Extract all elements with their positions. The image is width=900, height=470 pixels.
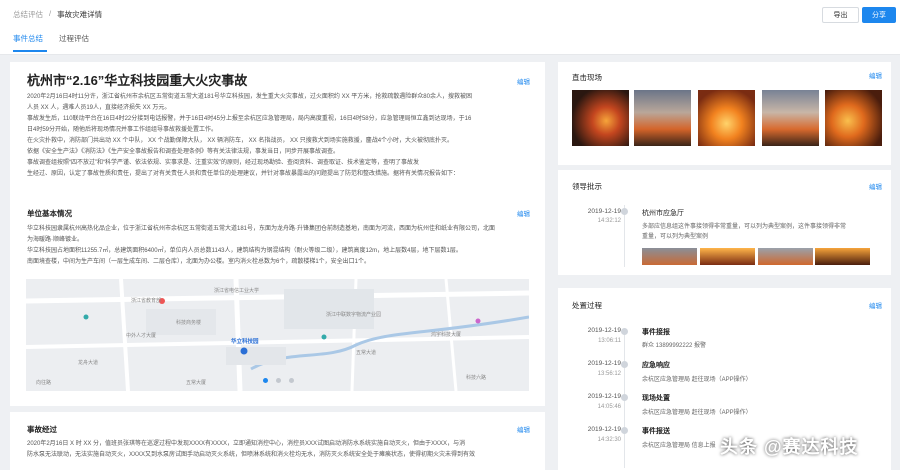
handling-step-detail: 余杭区应急管理局 赶往现场（APP操作） [642,377,752,383]
map-label: 科技六路 [466,375,487,381]
tab-event-summary[interactable]: 事件总结 [13,33,43,44]
unit-line-1: 华立科技园隶属杭州高热化品企业，位于浙江省杭州市余杭区五常街道五常大道181号，… [27,226,496,232]
handling-time: 13:06:11 [598,338,621,344]
scene-photo[interactable] [762,90,819,146]
scene-edit-link[interactable]: 编辑 [869,70,882,80]
handling-time: 14:32:30 [597,437,621,443]
unit-edit-link[interactable]: 编辑 [517,208,530,218]
leader-timeline-dot [621,208,628,215]
watermark: 头条 @赛达科技 [720,437,859,457]
breadcrumb-current: 事故灾难详情 [57,10,103,19]
map-label: 浙江中联数字物流产业园 [326,312,382,318]
leader-photo[interactable] [815,248,870,265]
handling-timeline-dot [621,427,628,434]
map-label: 龙舟大道 [78,360,99,366]
handling-date: 2019-12-19 [587,360,621,367]
map-label: 浙江省教育部 [131,298,162,304]
handling-edit-link[interactable]: 编辑 [869,300,882,310]
leader-section-title: 领导批示 [572,182,602,191]
summary-line-3: 事故发生后，110联动平台在16日4时22分接到电话报警，并于16日4时45分上… [27,116,472,122]
handling-step-detail: 余杭区应急管理局 信息上报 [642,443,716,449]
scene-photo[interactable] [634,90,691,146]
handling-time: 13:56:12 [597,371,621,377]
summary-line-8: 生经过、原因，认定了事故性质和责任，提出了对有关责任人员和责任单位的处理建议，并… [27,171,460,177]
process-line-2: 防水泵无法联动，无法实施自动灭火，XXXX又到水泵房试图手动启动灭火系统，但喷淋… [27,452,476,458]
summary-paragraph-1: 2020年2月16日4时11分许，浙江省杭州市余杭区五常街道五常大道181号华立… [27,92,472,180]
handling-date: 2019-12-19 [587,393,621,400]
summary-line-5: 在火灾扑救中，消防部门共出动 XX 个中队， XX 个战勤保障大队， XX 辆消… [27,138,454,144]
leader-date: 2019-12-19 [587,208,621,215]
unit-line-2: 为海暖路·顺峰镀业。 [27,237,83,243]
process-line-1: 2020年2月16日 X 时 XX 分，值班员张琪等在巡逻过程中发现XXXX有X… [27,441,466,447]
handling-step-title: 现场处置 [642,395,670,402]
summary-line-2: 人员 XX 人，遇难人员19人，直接经济损失 XX 万元。 [27,105,171,111]
unit-paragraph: 华立科技园隶属杭州高热化品企业，位于浙江省杭州市余杭区五常街道五常大道181号，… [27,224,495,268]
leader-photo[interactable] [758,248,813,265]
handling-section-title: 处置过程 [572,301,602,310]
handling-time: 14:05:46 [597,404,621,410]
handling-date: 2019-12-19 [587,327,621,334]
handling-step-title: 事件报送 [642,428,670,435]
handling-date: 2019-12-19 [587,426,621,433]
process-section-title: 事故经过 [27,425,57,434]
map-label-target: 华立科技园 [231,339,259,345]
map-label: 五常大道 [356,350,377,356]
leader-time: 14:32:12 [597,218,621,224]
map-label: 鸿宇科技大厦 [431,332,462,338]
handling-step-detail: 余杭区应急管理局 赶往现场（APP操作） [642,410,752,416]
leader-instruction-line: 重量，可以列为典型案例 [642,234,709,240]
carousel-dot-active[interactable] [263,378,268,383]
map-label: 向往路 [36,380,52,386]
leader-org: 杭州市应急厅 [642,210,684,217]
scene-photo[interactable] [572,90,629,146]
map-label: 五常大厦 [186,380,207,386]
handling-timeline-dot [621,394,628,401]
leader-photo[interactable] [700,248,755,265]
breadcrumb: 总结评估 / 事故灾难详情 [13,9,102,20]
summary-line-1: 2020年2月16日4时11分许，浙江省杭州市余杭区五常街道五常大道181号华立… [27,94,472,100]
map-label: 科技商务楼 [176,320,202,326]
leader-edit-link[interactable]: 编辑 [869,181,882,191]
handling-timeline-dot [621,328,628,335]
unit-section-title: 单位基本情况 [27,209,72,218]
scene-photo[interactable] [698,90,755,146]
tab-process-evaluation[interactable]: 过程评估 [59,33,89,44]
breadcrumb-separator: / [49,9,52,18]
map-label: 浙江省电信工业大学 [214,288,260,294]
handling-step-title: 事件接报 [642,329,670,336]
page-header: 总结评估 / 事故灾难详情 导出 分享 事件总结 过程评估 [0,0,900,55]
process-paragraph: 2020年2月16日 X 时 XX 分，值班员张琪等在巡逻过程中发现XXXX有X… [27,439,475,461]
handling-step-title: 应急响应 [642,362,670,369]
scene-photo[interactable] [825,90,882,146]
handling-timeline-dot [621,361,628,368]
breadcrumb-parent[interactable]: 总结评估 [13,9,43,20]
summary-line-7: 事故调查组按照“四不放过”和“科学严谨、依法依规、实事求是、注重实效”的原则，经… [27,160,419,166]
carousel-dot[interactable] [289,378,294,383]
leader-photo[interactable] [642,248,697,265]
process-edit-link[interactable]: 编辑 [517,424,530,434]
event-title: 杭州市“2.16”华立科技园重大火灾事故 [27,73,248,88]
share-button[interactable]: 分享 [862,7,896,23]
carousel-dot[interactable] [276,378,281,383]
summary-line-6: 依据《安全生产法》《消防法》《生产安全事故报告和调查处理条例》等有关法律法规，事… [27,149,340,155]
unit-line-3: 华立科技园占地面积11255.7㎡，总建筑面积6400㎡，单位内人员总数1143… [27,248,462,254]
location-map[interactable]: 浙江省教育部 浙江省电信工业大学 浙江中联数字物流产业园 华立科技园 中外人才大… [26,279,529,391]
active-tab-indicator [13,50,47,52]
leader-instruction-line: 多部应信息组这件事接领得非常重量，可以列为典型案例，这件事接领得非常 [642,224,847,230]
export-button[interactable]: 导出 [822,7,859,23]
summary-line-4: 日4时59分开始，随他后将现场情况并事工作组组导事故救援处置工作。 [27,127,218,133]
leader-instruction: 多部应信息组这件事接领得非常重量，可以列为典型案例，这件事接领得非常 重量，可以… [642,222,846,242]
summary-edit-link[interactable]: 编辑 [517,76,530,86]
handling-step-detail: 群众 13899992222 报警 [642,343,707,349]
scene-section-title: 直击现场 [572,73,602,82]
unit-line-4: 南面境查楼，中间为生产车间（一层生成车间、二层仓库），北面为办公楼。室内消火栓总… [27,259,371,265]
map-label: 中外人才大厦 [126,333,157,339]
